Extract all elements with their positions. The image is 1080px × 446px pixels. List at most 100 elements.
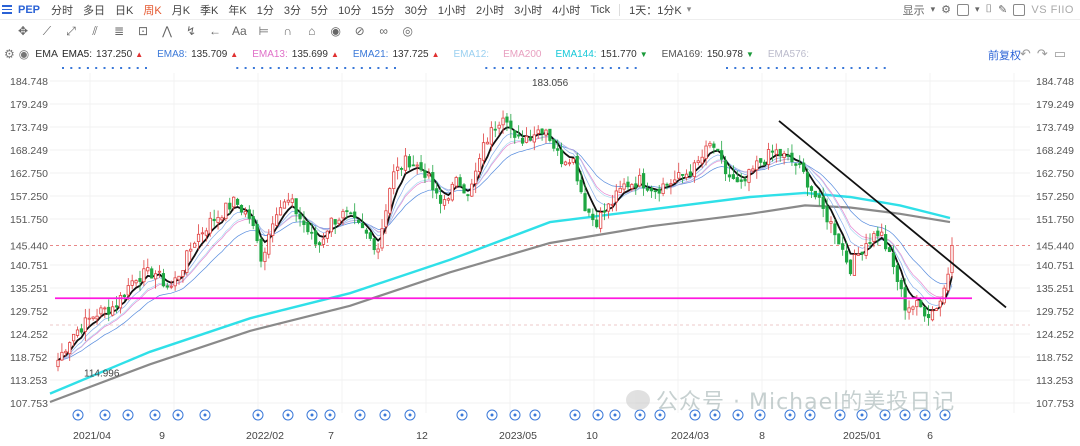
candle-body xyxy=(470,183,474,197)
gear-icon[interactable]: ⚙ xyxy=(941,3,951,16)
toolbar-right: 显示 ▾ ⚙ ▾ ⌷ ✎ VS FIIO xyxy=(903,2,1080,18)
candle-body xyxy=(911,306,915,310)
ema-legend-item[interactable]: EMA576: xyxy=(768,49,809,60)
eye-icon[interactable]: ◉ xyxy=(19,47,29,61)
ray-tool-icon[interactable]: ⤢ xyxy=(64,24,78,39)
candle-body xyxy=(435,188,439,194)
settings-icon[interactable]: ⚙ xyxy=(4,47,15,61)
channel-tool-icon[interactable]: ⫽ xyxy=(88,24,102,39)
crosshair-icon[interactable]: ✥ xyxy=(16,24,30,38)
candle-body xyxy=(95,315,99,320)
path-tool-icon[interactable]: ↯ xyxy=(184,24,198,38)
candle-body xyxy=(271,223,275,236)
indicator-controls[interactable]: ↶↷▭ xyxy=(1020,46,1072,62)
chevron-down-icon[interactable]: ▾ xyxy=(975,4,980,15)
timeframe-tab[interactable]: Tick xyxy=(585,4,615,16)
ema-legend-item[interactable]: EMA12: xyxy=(454,49,490,60)
dividend-dot xyxy=(252,67,255,69)
dividend-dot xyxy=(344,67,347,69)
lock-icon[interactable]: ⌂ xyxy=(305,24,319,38)
timeframe-tab[interactable]: 周K xyxy=(138,2,166,18)
timeframe-tab[interactable]: 5分 xyxy=(306,2,333,18)
candle-body xyxy=(196,233,201,242)
timeframe-tab[interactable]: 2小时 xyxy=(471,2,509,18)
ruler-icon[interactable]: ⊨ xyxy=(257,24,271,38)
dividend-dot xyxy=(576,67,579,69)
link-icon[interactable]: ∞ xyxy=(377,24,391,38)
timeframe-tab[interactable]: 季K xyxy=(195,2,223,18)
timeframe-tab[interactable]: 1分 xyxy=(252,2,279,18)
candle-body xyxy=(798,163,802,165)
ema-legend-item[interactable]: EMA169: 150.978 ▼ xyxy=(662,49,754,60)
timeframe-tab[interactable]: 15分 xyxy=(366,2,399,18)
ema-legend-item[interactable]: EMA21: 137.725 ▲ xyxy=(353,49,440,60)
fullscreen-icon[interactable] xyxy=(1013,3,1026,16)
ema-legend-item[interactable]: EMA5: 137.250 ▲ xyxy=(62,49,143,60)
candle-body xyxy=(887,247,892,253)
timeframe-tab[interactable]: 10分 xyxy=(333,2,366,18)
candle-body xyxy=(364,229,369,234)
text-tool-icon[interactable]: Aa xyxy=(232,24,247,38)
timeframe-tab[interactable]: 年K xyxy=(223,2,251,18)
candle-body xyxy=(626,181,630,188)
eye-icon[interactable]: ◎ xyxy=(401,24,415,38)
dividend-dot xyxy=(327,67,330,69)
chevron-down-icon[interactable]: ▾ xyxy=(687,4,692,15)
candle-body xyxy=(478,158,482,172)
candle-body xyxy=(946,273,950,291)
dividend-dot xyxy=(543,67,546,69)
candle-body xyxy=(727,174,732,178)
candle-body xyxy=(837,233,841,245)
symbol-selector[interactable]: PEP xyxy=(0,4,46,16)
main-indicator-label[interactable]: EMA xyxy=(35,48,58,60)
camera-icon[interactable]: ⌷ xyxy=(986,3,993,16)
candle-body xyxy=(107,306,111,315)
magnet-icon[interactable]: ∩ xyxy=(281,24,295,38)
candle-body xyxy=(688,171,693,177)
arrow-tool-icon[interactable]: ← xyxy=(208,24,222,38)
dividend-dot xyxy=(775,67,778,69)
timeframe-tab[interactable]: 分时 xyxy=(46,2,78,18)
dividend-dot xyxy=(618,67,621,69)
dividend-dot xyxy=(767,67,770,69)
dividend-dot xyxy=(883,67,886,69)
fib-tool-icon[interactable]: ≣ xyxy=(112,24,126,38)
timeframe-tab[interactable]: 4小时 xyxy=(547,2,585,18)
candle-body xyxy=(321,238,326,245)
display-menu[interactable]: 显示 xyxy=(903,2,925,18)
timeframe-tab[interactable]: 日K xyxy=(110,2,138,18)
candle-body xyxy=(809,186,814,191)
ema-legend-item[interactable]: EMA13: 135.699 ▲ xyxy=(252,49,339,60)
hide-icon[interactable]: ◉ xyxy=(329,24,343,38)
timeframe-tab[interactable]: 30分 xyxy=(400,2,433,18)
candle-body xyxy=(755,160,759,171)
shape-tool-icon[interactable]: ⊡ xyxy=(136,24,150,38)
dividend-dot xyxy=(269,67,272,69)
timeframe-tab[interactable]: 1小时 xyxy=(433,2,471,18)
line-tool-icon[interactable]: ⟋ xyxy=(40,24,54,39)
pattern-tool-icon[interactable]: ⋀ xyxy=(160,24,174,38)
timeframe-tab[interactable]: 3小时 xyxy=(509,2,547,18)
layout-icon[interactable] xyxy=(957,3,970,16)
candle-body xyxy=(150,268,154,279)
ema-legend-item[interactable]: EMA200 xyxy=(503,49,541,60)
ema-legend-item[interactable]: EMA144: 151.770 ▼ xyxy=(555,49,647,60)
timeframe-tab[interactable]: 多日 xyxy=(78,2,110,18)
timeframe-tab[interactable]: 月K xyxy=(167,2,195,18)
timeframe-tab[interactable]: 3分 xyxy=(279,2,306,18)
delete-icon[interactable]: ⊘ xyxy=(353,24,367,38)
candle-body xyxy=(634,183,638,188)
menu-icon[interactable] xyxy=(2,5,12,14)
candle-body xyxy=(75,329,80,336)
fuquan-toggle[interactable]: 前复权 xyxy=(988,47,1021,63)
ema-value: 150.978 xyxy=(706,48,743,60)
candle-body xyxy=(786,154,790,157)
x-tick-label: 2025/01 xyxy=(843,430,881,442)
candle-body xyxy=(251,216,255,227)
candle-body xyxy=(864,243,868,256)
interval-select[interactable]: 1天：1分K xyxy=(624,2,687,18)
y-tick-label: 135.251 xyxy=(1036,283,1074,295)
ema-legend-item[interactable]: EMA8: 135.709 ▲ xyxy=(157,49,238,60)
pen-icon[interactable]: ✎ xyxy=(998,3,1007,16)
compare-label[interactable]: VS FIIO xyxy=(1031,4,1074,16)
